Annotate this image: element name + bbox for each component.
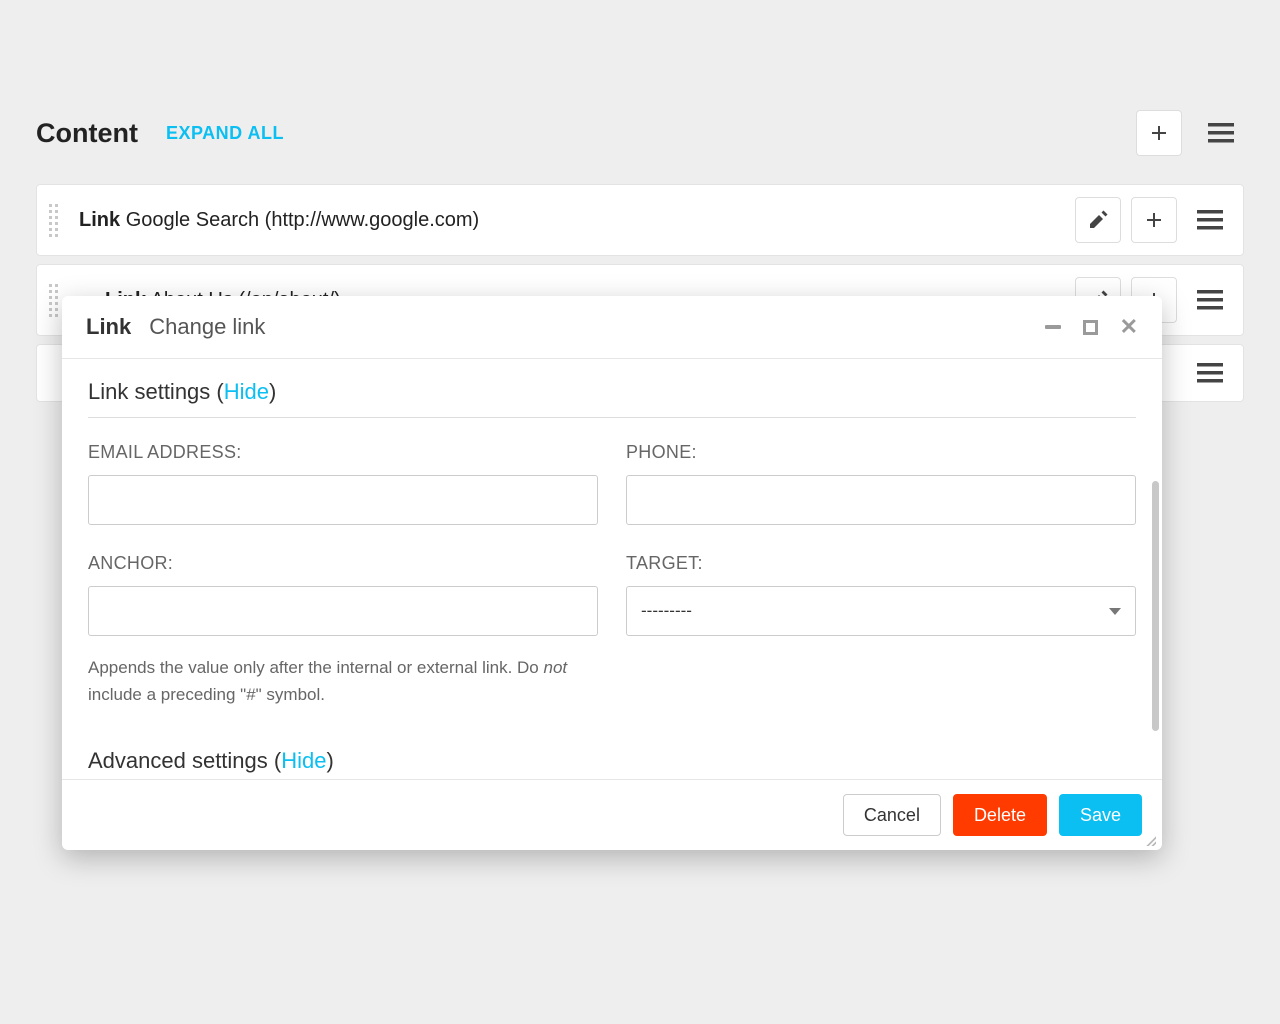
email-input[interactable] xyxy=(88,475,598,525)
phone-field-group: PHONE: xyxy=(626,442,1136,525)
resize-grip-icon[interactable] xyxy=(1144,834,1156,846)
hide-link-settings[interactable]: Hide xyxy=(224,379,269,404)
modal-body: Link settings (Hide) EMAIL ADDRESS: PHON… xyxy=(62,359,1162,779)
page-header: Content EXPAND ALL xyxy=(36,110,1244,156)
link-settings-heading: Link settings (Hide) xyxy=(88,379,1136,418)
edit-button[interactable] xyxy=(1075,197,1121,243)
target-field-group: TARGET: --------- xyxy=(626,553,1136,636)
modal-header: Link Change link ✕ xyxy=(62,296,1162,359)
plus-icon xyxy=(1144,210,1164,230)
drag-handle-icon[interactable] xyxy=(49,204,67,237)
item-menu-button[interactable] xyxy=(1187,350,1233,396)
plus-icon xyxy=(1149,123,1169,143)
menu-button[interactable] xyxy=(1198,110,1244,156)
delete-button[interactable]: Delete xyxy=(953,794,1047,836)
anchor-field-group: ANCHOR: xyxy=(88,553,598,636)
item-text: Link Google Search (http://www.google.co… xyxy=(79,209,479,232)
modal-footer: Cancel Delete Save xyxy=(62,779,1162,850)
anchor-help-text: Appends the value only after the interna… xyxy=(88,654,598,708)
pencil-icon xyxy=(1088,210,1108,230)
add-plugin-button[interactable] xyxy=(1136,110,1182,156)
expand-all-link[interactable]: EXPAND ALL xyxy=(166,123,284,144)
email-label: EMAIL ADDRESS: xyxy=(88,442,598,463)
phone-input[interactable] xyxy=(626,475,1136,525)
item-menu-button[interactable] xyxy=(1187,277,1233,323)
target-label: TARGET: xyxy=(626,553,1136,574)
hamburger-icon xyxy=(1197,363,1223,383)
modal-type-label: Link xyxy=(86,314,131,340)
target-select-value: --------- xyxy=(641,601,692,621)
email-field-group: EMAIL ADDRESS: xyxy=(88,442,598,525)
anchor-label: ANCHOR: xyxy=(88,553,598,574)
item-menu-button[interactable] xyxy=(1187,197,1233,243)
add-child-button[interactable] xyxy=(1131,197,1177,243)
chevron-down-icon xyxy=(1109,608,1121,615)
target-select[interactable]: --------- xyxy=(626,586,1136,636)
advanced-settings-heading: Advanced settings (Hide) xyxy=(88,748,1136,774)
anchor-input[interactable] xyxy=(88,586,598,636)
edit-link-modal: Link Change link ✕ Link settings (Hide) … xyxy=(62,296,1162,850)
save-button[interactable]: Save xyxy=(1059,794,1142,836)
hamburger-icon xyxy=(1208,123,1234,143)
modal-subtitle: Change link xyxy=(149,314,265,340)
hamburger-icon xyxy=(1197,290,1223,310)
minimize-icon[interactable] xyxy=(1045,325,1061,329)
page-title: Content xyxy=(36,118,138,149)
cancel-button[interactable]: Cancel xyxy=(843,794,941,836)
hamburger-icon xyxy=(1197,210,1223,230)
hide-advanced-settings[interactable]: Hide xyxy=(281,748,326,773)
close-icon[interactable]: ✕ xyxy=(1120,314,1138,340)
list-item[interactable]: Link Google Search (http://www.google.co… xyxy=(36,184,1244,256)
phone-label: PHONE: xyxy=(626,442,1136,463)
maximize-icon[interactable] xyxy=(1083,320,1098,335)
scrollbar-thumb[interactable] xyxy=(1152,481,1159,731)
